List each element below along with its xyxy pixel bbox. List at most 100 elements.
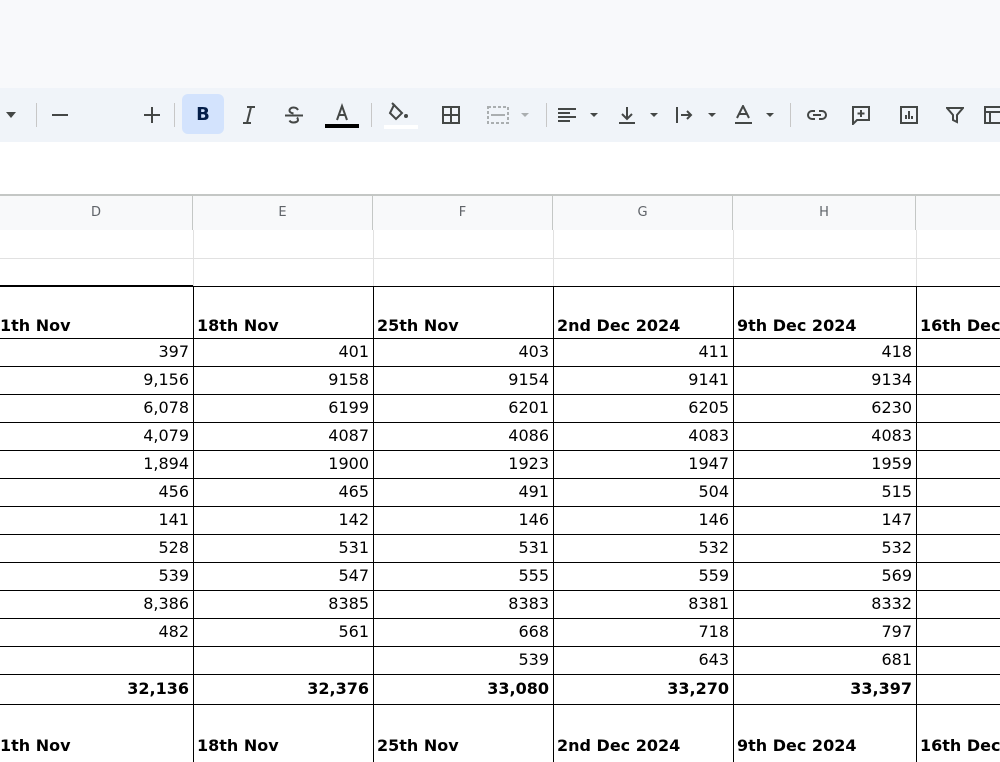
data-cell[interactable]: 559 xyxy=(553,562,733,590)
data-cell[interactable]: 4,079 xyxy=(0,422,193,450)
data-cell[interactable] xyxy=(193,646,373,674)
data-cell[interactable]: 528 xyxy=(0,534,193,562)
total-cell[interactable]: 33,080 xyxy=(373,674,553,704)
insert-chart-icon[interactable] xyxy=(892,88,926,142)
data-cell[interactable]: 539 xyxy=(0,562,193,590)
data-cell[interactable]: 532 xyxy=(553,534,733,562)
data-cell[interactable]: 1923 xyxy=(373,450,553,478)
data-cell[interactable]: 515 xyxy=(733,478,916,506)
data-cell[interactable]: 718 xyxy=(553,618,733,646)
data-cell[interactable]: 681 xyxy=(733,646,916,674)
merge-cells-icon[interactable] xyxy=(482,88,538,142)
insert-link-icon[interactable] xyxy=(800,88,834,142)
spreadsheet-grid[interactable]: 1th Nov 18th Nov 25th Nov 2nd Dec 2024 9th D… xyxy=(0,230,1000,762)
vertical-align-icon[interactable] xyxy=(614,88,664,142)
data-cell[interactable]: 482 xyxy=(0,618,193,646)
data-cell[interactable]: 531 xyxy=(373,534,553,562)
data-cell[interactable]: 569 xyxy=(733,562,916,590)
data-cell[interactable]: 8332 xyxy=(733,590,916,618)
increase-font-size-icon[interactable] xyxy=(138,88,166,142)
data-cell[interactable]: 418 xyxy=(733,338,916,366)
date-header-cell[interactable]: 16th Dec xyxy=(916,704,1000,762)
total-cell[interactable]: 33,397 xyxy=(733,674,916,704)
total-cell[interactable]: 33,270 xyxy=(553,674,733,704)
data-cell[interactable]: 1,894 xyxy=(0,450,193,478)
insert-comment-icon[interactable] xyxy=(844,88,878,142)
text-rotation-icon[interactable] xyxy=(730,88,780,142)
data-cell[interactable]: 141 xyxy=(0,506,193,534)
data-cell[interactable]: 403 xyxy=(373,338,553,366)
data-cell[interactable]: 4086 xyxy=(373,422,553,450)
data-cell[interactable]: 532 xyxy=(733,534,916,562)
data-cell[interactable]: 504 xyxy=(553,478,733,506)
date-header-cell[interactable]: 18th Nov xyxy=(193,286,373,338)
data-cell[interactable]: 411 xyxy=(553,338,733,366)
column-header-g[interactable]: G xyxy=(553,196,733,230)
data-cell[interactable] xyxy=(0,646,193,674)
zoom-dropdown-arrow-icon[interactable] xyxy=(2,88,20,142)
data-cell[interactable]: 491 xyxy=(373,478,553,506)
borders-icon[interactable] xyxy=(434,88,468,142)
data-cell[interactable]: 4083 xyxy=(553,422,733,450)
date-header-cell[interactable]: 2nd Dec 2024 xyxy=(553,286,733,338)
date-header-cell[interactable]: 1th Nov xyxy=(0,286,193,338)
horizontal-align-icon[interactable] xyxy=(554,88,604,142)
data-cell[interactable]: 9141 xyxy=(553,366,733,394)
data-cell[interactable]: 797 xyxy=(733,618,916,646)
data-cell[interactable]: 539 xyxy=(373,646,553,674)
data-cell[interactable]: 8,386 xyxy=(0,590,193,618)
data-cell[interactable]: 146 xyxy=(373,506,553,534)
filter-icon[interactable] xyxy=(938,88,972,142)
data-cell[interactable]: 1947 xyxy=(553,450,733,478)
data-cell[interactable]: 561 xyxy=(193,618,373,646)
formula-bar[interactable] xyxy=(0,142,1000,194)
data-cell[interactable]: 8385 xyxy=(193,590,373,618)
data-cell[interactable]: 668 xyxy=(373,618,553,646)
data-cell[interactable]: 4083 xyxy=(733,422,916,450)
filter-views-icon[interactable] xyxy=(982,88,1000,142)
total-cell[interactable]: 32,136 xyxy=(0,674,193,704)
fill-color-icon[interactable] xyxy=(382,88,420,142)
data-cell[interactable]: 9158 xyxy=(193,366,373,394)
column-header-d[interactable]: D xyxy=(0,196,193,230)
total-cell[interactable]: 32,376 xyxy=(193,674,373,704)
data-cell[interactable]: 547 xyxy=(193,562,373,590)
data-cell[interactable]: 9134 xyxy=(733,366,916,394)
bold-button[interactable]: B xyxy=(182,94,224,134)
date-header-cell[interactable]: 25th Nov xyxy=(373,286,553,338)
text-color-icon[interactable] xyxy=(323,88,361,142)
data-cell[interactable]: 4087 xyxy=(193,422,373,450)
data-cell[interactable]: 643 xyxy=(553,646,733,674)
data-cell[interactable]: 8383 xyxy=(373,590,553,618)
decrease-font-size-icon[interactable] xyxy=(46,88,74,142)
data-cell[interactable]: 555 xyxy=(373,562,553,590)
data-cell[interactable]: 6230 xyxy=(733,394,916,422)
column-header-h[interactable]: H xyxy=(733,196,916,230)
date-header-cell[interactable]: 9th Dec 2024 xyxy=(733,704,916,762)
data-cell[interactable]: 142 xyxy=(193,506,373,534)
column-header-i[interactable] xyxy=(916,196,1000,230)
data-cell[interactable]: 6201 xyxy=(373,394,553,422)
data-cell[interactable]: 6205 xyxy=(553,394,733,422)
data-cell[interactable]: 401 xyxy=(193,338,373,366)
text-wrapping-icon[interactable] xyxy=(672,88,722,142)
data-cell[interactable]: 465 xyxy=(193,478,373,506)
date-header-cell[interactable]: 16th Dec xyxy=(916,286,1000,338)
data-cell[interactable]: 9154 xyxy=(373,366,553,394)
data-cell[interactable]: 531 xyxy=(193,534,373,562)
data-cell[interactable]: 9,156 xyxy=(0,366,193,394)
data-cell[interactable]: 147 xyxy=(733,506,916,534)
data-cell[interactable]: 6,078 xyxy=(0,394,193,422)
data-cell[interactable]: 397 xyxy=(0,338,193,366)
data-cell[interactable]: 8381 xyxy=(553,590,733,618)
date-header-cell[interactable]: 9th Dec 2024 xyxy=(733,286,916,338)
column-header-e[interactable]: E xyxy=(193,196,373,230)
date-header-cell[interactable]: 2nd Dec 2024 xyxy=(553,704,733,762)
date-header-cell[interactable]: 18th Nov xyxy=(193,704,373,762)
data-cell[interactable]: 1959 xyxy=(733,450,916,478)
data-cell[interactable]: 146 xyxy=(553,506,733,534)
date-header-cell[interactable]: 25th Nov xyxy=(373,704,553,762)
column-header-f[interactable]: F xyxy=(373,196,553,230)
date-header-cell[interactable]: 1th Nov xyxy=(0,704,193,762)
data-cell[interactable]: 6199 xyxy=(193,394,373,422)
